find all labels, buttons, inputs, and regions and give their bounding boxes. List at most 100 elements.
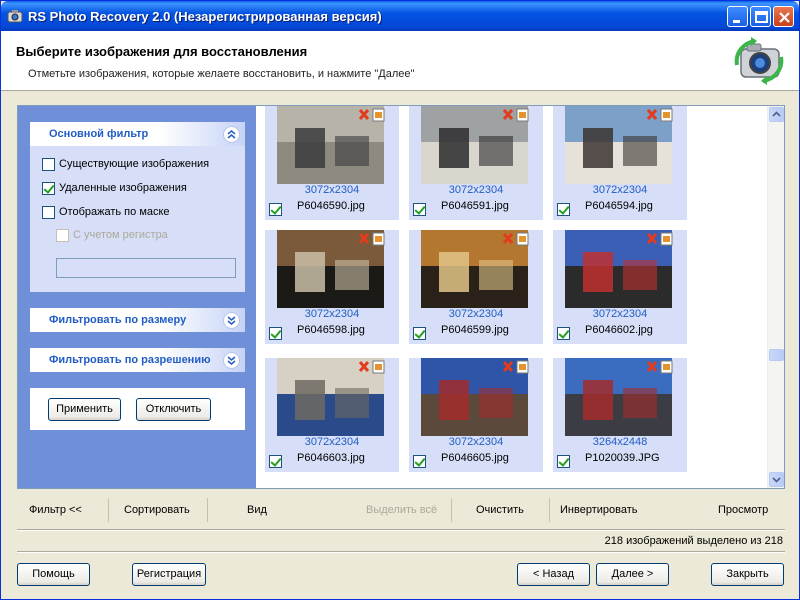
main-filter-group: Основной фильтр Существующие изображения… [30,122,245,292]
thumbnail-checkbox[interactable] [557,327,570,340]
scroll-up-button[interactable] [769,107,784,122]
resolution-filter-header[interactable]: Фильтровать по разрешению [30,348,245,372]
arrow-up-icon [772,111,781,117]
thumbnail-filename: P6046591.jpg [441,200,509,212]
expand-size-button[interactable] [223,312,240,329]
scroll-down-button[interactable] [769,472,784,487]
register-button[interactable]: Регистрация [132,563,206,586]
maximize-icon [755,11,768,23]
thumbnail-item[interactable]: 3264x2448 P1020039.JPG [553,358,687,472]
thumbnail-item[interactable]: 3072x2304 P6046605.jpg [409,358,543,472]
thumbnail-filename: P6046605.jpg [441,452,509,464]
resolution-filter-group: Фильтровать по разрешению [30,348,245,372]
preview-button[interactable]: Просмотр [718,504,768,516]
toolbar-divider [549,498,550,522]
thumbnail-filename: P6046603.jpg [297,452,365,464]
thumbnail-checkbox[interactable] [269,455,282,468]
window-title: RS Photo Recovery 2.0 (Незарегистрирован… [28,9,382,24]
existing-images-label: Существующие изображения [59,158,210,170]
thumbnail-resolution: 3072x2304 [592,184,648,196]
deleted-images-option[interactable]: Удаленные изображения [42,180,187,196]
page-title: Выберите изображения для восстановления [16,44,308,59]
thumbnail-checkbox[interactable] [413,455,426,468]
camera-recovery-logo-icon [734,37,784,85]
thumbnail-resolution: 3072x2304 [448,184,504,196]
deleted-marker-icon [646,360,673,374]
scroll-thumb[interactable] [769,349,784,361]
size-filter-group: Фильтровать по размеру [30,308,245,332]
content-area: Основной фильтр Существующие изображения… [17,105,785,489]
selection-status: 218 изображений выделено из 218 [604,535,783,547]
apply-filter-button[interactable]: Применить [48,398,121,421]
main-filter-header[interactable]: Основной фильтр [30,122,245,146]
thumbnail-resolution: 3072x2304 [448,308,504,320]
close-button[interactable]: Закрыть [711,563,784,586]
thumbnail-filename: P6046590.jpg [297,200,365,212]
view-button[interactable]: Вид [247,504,267,516]
back-button[interactable]: < Назад [517,563,590,586]
thumbnail-item[interactable]: 3072x2304 P6046590.jpg [265,106,399,220]
case-sensitive-option[interactable]: С учетом регистра [56,227,168,243]
thumbnail-checkbox[interactable] [413,327,426,340]
thumbnail-item[interactable]: 3072x2304 P6046602.jpg [553,230,687,344]
mask-filter-option[interactable]: Отображать по маске [42,204,170,220]
filter-toggle-button[interactable]: Фильтр << [29,504,82,516]
thumbnail-checkbox[interactable] [413,203,426,216]
toolbar-divider [451,498,452,522]
thumbnail-resolution: 3072x2304 [304,436,360,448]
deleted-marker-icon [646,232,673,246]
thumbnail-item[interactable]: 3072x2304 P6046603.jpg [265,358,399,472]
thumbnail-filename: P6046599.jpg [441,324,509,336]
toolbar-divider [207,498,208,522]
chevron-down-icon [227,356,236,365]
invert-button[interactable]: Инвертировать [560,504,637,516]
next-button[interactable]: Далее > [596,563,669,586]
help-button[interactable]: Помощь [17,563,90,586]
mask-input[interactable] [56,258,236,278]
chevron-up-icon [227,130,236,139]
deleted-images-checkbox[interactable] [42,181,55,195]
thumbnail-item[interactable]: 3072x2304 P6046599.jpg [409,230,543,344]
thumbnail-checkbox[interactable] [269,327,282,340]
thumbnail-checkbox[interactable] [557,455,570,468]
chevron-down-icon [227,316,236,325]
disable-filter-button[interactable]: Отключить [136,398,211,421]
thumbnail-checkbox[interactable] [557,203,570,216]
deleted-marker-icon [358,108,385,122]
sort-button[interactable]: Сортировать [124,504,190,516]
thumbnail-resolution: 3264x2448 [592,436,648,448]
existing-images-checkbox[interactable] [42,157,55,171]
title-bar[interactable]: RS Photo Recovery 2.0 (Незарегистрирован… [1,1,799,31]
page-subtitle: Отметьте изображения, которые желаете во… [28,68,415,80]
deleted-marker-icon [646,108,673,122]
divider [17,551,785,553]
collapse-button[interactable] [223,126,240,143]
vertical-scrollbar[interactable] [767,106,784,488]
expand-resolution-button[interactable] [223,352,240,369]
thumbnail-item[interactable]: 3072x2304 P6046594.jpg [553,106,687,220]
thumbnail-item[interactable]: 3072x2304 P6046591.jpg [409,106,543,220]
size-filter-header[interactable]: Фильтровать по размеру [30,308,245,332]
minimize-button[interactable] [727,6,748,27]
close-window-button[interactable] [773,6,794,27]
case-sensitive-checkbox[interactable] [56,228,69,242]
mask-filter-checkbox[interactable] [42,205,55,219]
existing-images-option[interactable]: Существующие изображения [42,156,209,172]
thumbnail-filename: P6046602.jpg [585,324,653,336]
thumbnail-resolution: 3072x2304 [304,308,360,320]
bottom-toolbar: Фильтр << Сортировать Вид Выделить всё О… [17,494,785,526]
select-all-button[interactable]: Выделить всё [366,504,437,516]
clear-button[interactable]: Очистить [476,504,524,516]
deleted-images-label: Удаленные изображения [59,182,187,194]
minimize-icon [733,20,740,23]
thumbnail-item[interactable]: 3072x2304 P6046598.jpg [265,230,399,344]
thumbnail-filename: P6046598.jpg [297,324,365,336]
divider [17,529,785,531]
filter-actions: Применить Отключить [30,388,245,430]
thumbnail-checkbox[interactable] [269,203,282,216]
wizard-header: Выберите изображения для восстановления … [1,31,799,91]
maximize-button[interactable] [750,6,771,27]
main-filter-title: Основной фильтр [49,128,149,140]
deleted-marker-icon [502,232,529,246]
thumbnail-grid: 3072x2304 P6046590.jpg 3072x2304 P6046591.j… [256,106,768,488]
